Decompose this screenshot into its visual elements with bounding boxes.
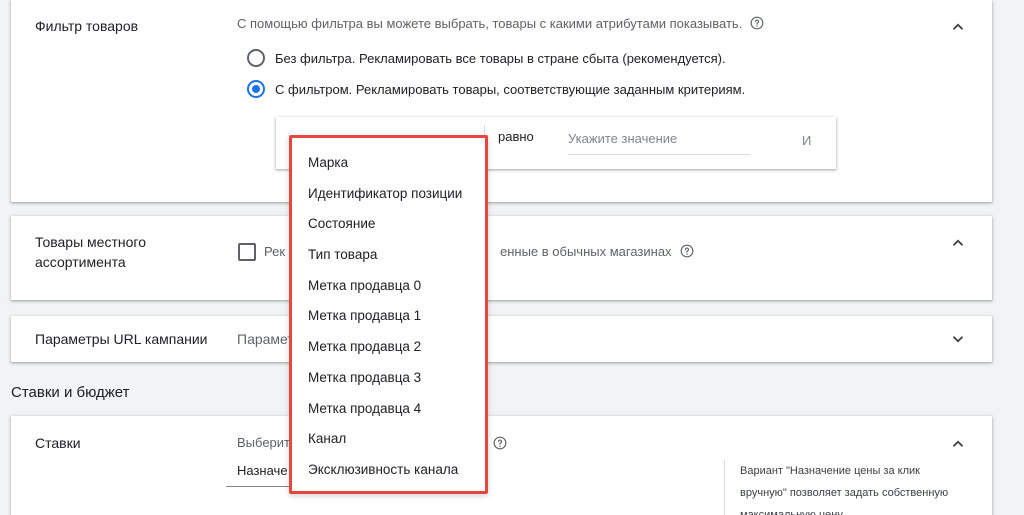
product-filter-card: Фильтр товаров С помощью фильтра вы може… [11,0,992,202]
filter-value-input[interactable] [568,129,750,155]
local-products-checkbox-label-start: Рек [264,244,286,259]
help-circle-icon[interactable] [750,16,764,30]
dropdown-item-condition[interactable]: Состояние [292,209,485,240]
add-and-condition-button[interactable]: И [802,133,811,148]
chevron-down-icon [952,336,964,343]
dropdown-item-custom-label-2[interactable]: Метка продавца 2 [292,332,485,363]
bids-select-prompt: Выберит [237,435,290,450]
collapse-local-products-button[interactable] [946,231,970,255]
url-params-summary: Парамет [237,331,294,347]
chevron-up-icon [952,440,964,447]
product-filter-description-text: С помощью фильтра вы можете выбрать, тов… [237,16,743,31]
dropdown-item-channel[interactable]: Канал [292,424,485,455]
bids-side-note: Вариант "Назначение цены за клик вручную… [724,460,960,515]
local-products-title: Товары местного ассортимента [35,234,146,270]
bids-select-underline [226,486,296,487]
local-products-card: Товары местного ассортимента Рек енные в… [11,216,992,300]
product-filter-description: С помощью фильтра вы можете выбрать, тов… [237,15,764,33]
url-params-card[interactable]: Параметры URL кампании Парамет [11,316,992,362]
radio-with-filter[interactable]: С фильтром. Рекламировать товары, соотве… [247,80,745,98]
filter-operator[interactable]: равно [498,129,534,144]
bids-title: Ставки [35,435,81,451]
local-products-checkbox[interactable] [238,243,256,261]
radio-with-filter-label: С фильтром. Рекламировать товары, соотве… [275,81,746,97]
product-filter-title: Фильтр товаров [35,18,139,34]
attribute-dropdown-menu: Марка Идентификатор позиции Состояние Ти… [289,135,488,494]
collapse-product-filter-button[interactable] [946,15,970,39]
local-products-checkbox-label-end: енные в обычных магазинах [500,243,694,261]
expand-url-params-button[interactable] [946,327,970,351]
dropdown-item-custom-label-3[interactable]: Метка продавца 3 [292,363,485,394]
dropdown-item-item-id[interactable]: Идентификатор позиции [292,179,485,210]
bids-strategy-select[interactable]: Назначе [237,462,288,480]
dropdown-item-channel-exclusivity[interactable]: Эксклюзивность канала [292,455,485,486]
dropdown-item-brand[interactable]: Марка [292,148,485,179]
dropdown-item-custom-label-0[interactable]: Метка продавца 0 [292,271,485,302]
help-circle-icon[interactable] [493,436,507,450]
radio-button-checked[interactable] [247,80,265,98]
dropdown-item-custom-label-4[interactable]: Метка продавца 4 [292,394,485,425]
url-params-title: Параметры URL кампании [35,331,208,347]
dropdown-item-product-type[interactable]: Тип товара [292,240,485,271]
help-circle-icon[interactable] [680,244,694,258]
collapse-bids-button[interactable] [946,432,970,456]
bids-budget-heading: Ставки и бюджет [11,384,130,401]
chevron-up-icon [952,239,964,246]
radio-button-unchecked[interactable] [247,49,265,67]
chevron-up-icon [952,23,964,30]
radio-no-filter-label: Без фильтра. Рекламировать все товары в … [275,50,726,66]
local-products-label-text: енные в обычных магазинах [500,244,672,259]
radio-no-filter[interactable]: Без фильтра. Рекламировать все товары в … [247,49,726,67]
dropdown-item-custom-label-1[interactable]: Метка продавца 1 [292,301,485,332]
